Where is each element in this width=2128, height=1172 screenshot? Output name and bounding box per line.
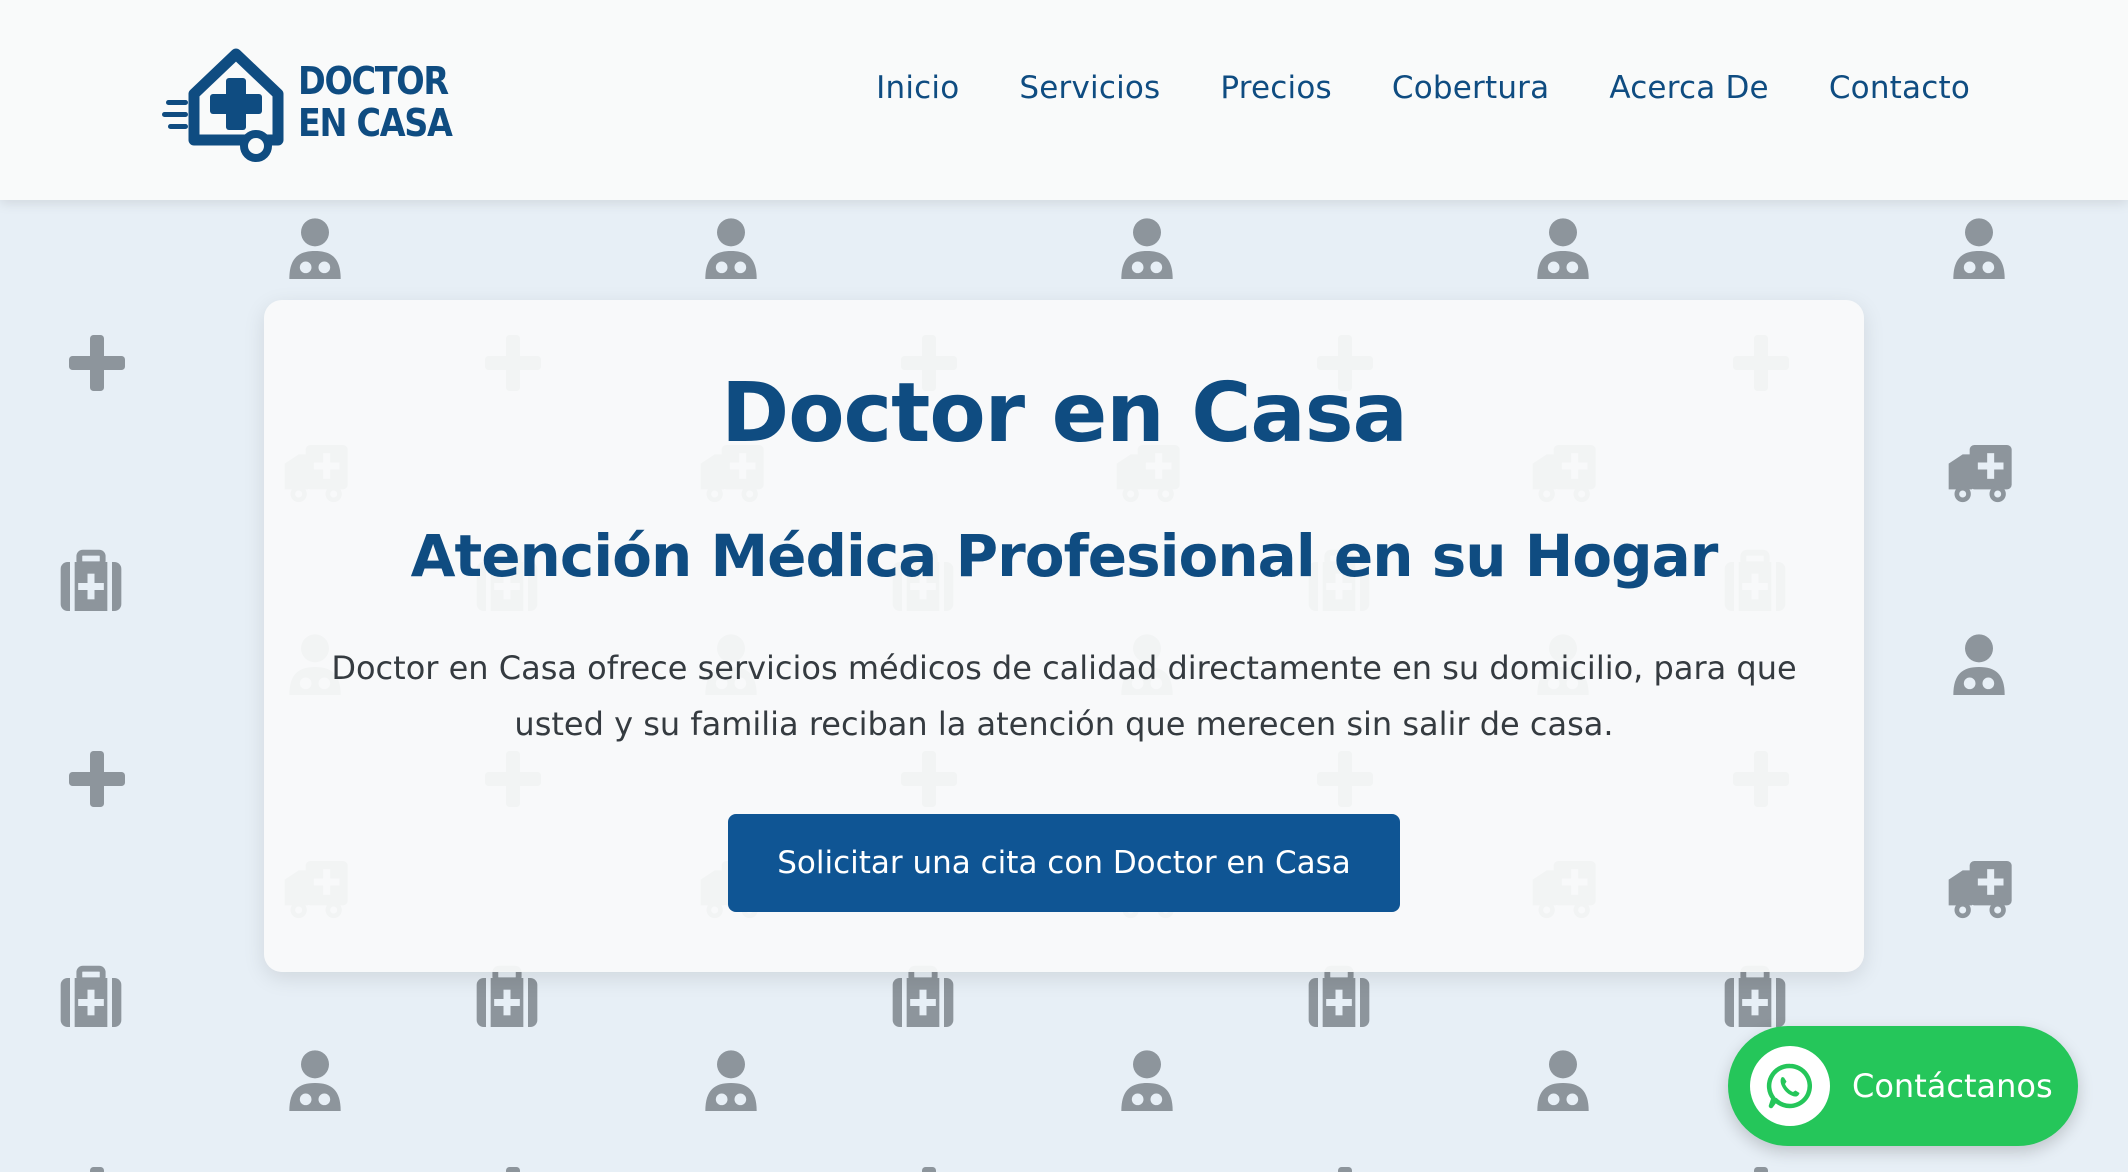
nav-item-cobertura[interactable]: Cobertura — [1392, 70, 1549, 106]
medical-kit-icon — [476, 965, 538, 1027]
medical-kit-icon — [60, 549, 122, 611]
medical-kit-icon — [1308, 965, 1370, 1027]
doctor-icon — [289, 218, 341, 279]
plus-icon — [90, 1167, 104, 1172]
plus-icon — [1754, 1167, 1768, 1172]
medical-kit-icon — [892, 965, 954, 1027]
logo[interactable]: DOCTOR EN CASA — [160, 42, 473, 162]
plus-icon — [922, 1167, 936, 1172]
house-medical-cross-icon — [162, 48, 284, 162]
doctor-icon — [1537, 218, 1589, 279]
doctor-icon — [705, 218, 757, 279]
doctor-icon — [1121, 1050, 1173, 1111]
hero-card: Doctor en Casa Atención Médica Profesion… — [264, 300, 1864, 972]
site-header: DOCTOR EN CASA Inicio Servicios Precios … — [0, 0, 2128, 200]
logo-line-2: EN CASA — [298, 101, 453, 145]
whatsapp-label: Contáctanos — [1852, 1067, 2053, 1105]
plus-icon — [1338, 1167, 1352, 1172]
nav-item-servicios[interactable]: Servicios — [1019, 70, 1160, 106]
ambulance-icon — [1948, 861, 2012, 919]
plus-icon — [69, 335, 125, 391]
medical-kit-icon — [60, 965, 122, 1027]
nav-item-inicio[interactable]: Inicio — [876, 70, 959, 106]
doctor-icon — [1537, 1050, 1589, 1111]
doctor-icon — [1953, 634, 2005, 695]
doctor-icon — [289, 1050, 341, 1111]
hero-title: Doctor en Casa — [721, 366, 1408, 461]
doctor-icon — [1953, 218, 2005, 279]
plus-icon — [69, 751, 125, 807]
plus-icon — [506, 1167, 520, 1172]
nav-item-acerca-de[interactable]: Acerca De — [1609, 70, 1768, 106]
hero-description: Doctor en Casa ofrece servicios médicos … — [331, 649, 1797, 743]
whatsapp-icon — [1750, 1046, 1830, 1126]
doctor-icon — [1121, 218, 1173, 279]
hero-subtitle: Atención Médica Profesional en su Hogar — [410, 522, 1719, 590]
request-appointment-button[interactable]: Solicitar una cita con Doctor en Casa — [728, 814, 1400, 912]
whatsapp-contact-button[interactable]: Contáctanos — [1728, 1026, 2078, 1146]
ambulance-icon — [1948, 445, 2012, 503]
nav-item-contacto[interactable]: Contacto — [1829, 70, 1970, 106]
logo-text: DOCTOR EN CASA — [298, 59, 453, 145]
logo-line-1: DOCTOR — [298, 59, 449, 103]
doctor-icon — [705, 1050, 757, 1111]
nav-item-precios[interactable]: Precios — [1220, 70, 1331, 106]
main-nav: Inicio Servicios Precios Cobertura Acerc… — [876, 70, 1970, 106]
medical-kit-icon — [1724, 965, 1786, 1027]
